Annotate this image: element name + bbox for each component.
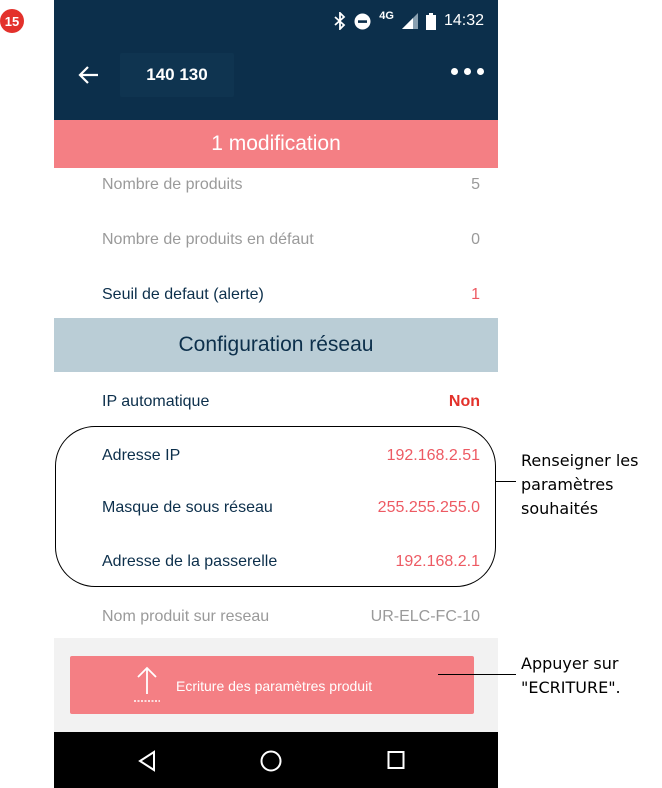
write-button-label: Ecriture des paramètres produit xyxy=(176,678,373,694)
row-value: 192.168.2.51 xyxy=(386,447,480,464)
nav-recents-icon[interactable] xyxy=(387,750,405,770)
row-auto-ip[interactable]: IP automatique Non xyxy=(54,382,498,422)
row-value: 1 xyxy=(471,286,480,303)
device-title: 140 130 xyxy=(120,53,234,97)
do-not-disturb-icon xyxy=(354,13,371,29)
clock: 14:32 xyxy=(443,12,484,29)
row-ip-address[interactable]: Adresse IP 192.168.2.51 xyxy=(54,436,498,476)
upload-icon xyxy=(134,666,160,702)
row-network-name: Nom produit sur reseau UR-ELC-FC-10 xyxy=(54,596,498,638)
row-label: Nombre de produits en défaut xyxy=(102,231,314,248)
row-gateway[interactable]: Adresse de la passerelle 192.168.2.1 xyxy=(54,542,498,582)
row-label: Nom produit sur reseau xyxy=(102,608,270,625)
android-nav-bar xyxy=(54,732,498,788)
nav-back-icon[interactable] xyxy=(137,750,157,772)
row-label: Seuil de defaut (alerte) xyxy=(102,286,264,303)
row-subnet-mask[interactable]: Masque de sous réseau 255.255.255.0 xyxy=(54,488,498,528)
callout-fill-parameters: Renseigner les paramètres souhaités xyxy=(521,451,639,518)
bluetooth-icon xyxy=(334,12,346,30)
network-type: 4G xyxy=(379,10,394,22)
status-bar: 4G 14:32 xyxy=(54,0,498,44)
row-value: 192.168.2.1 xyxy=(395,553,480,570)
bottom-action-area: Ecriture des paramètres produit xyxy=(54,638,498,732)
write-parameters-button[interactable]: Ecriture des paramètres produit xyxy=(70,656,474,714)
row-label: IP automatique xyxy=(102,393,210,410)
row-label: Adresse IP xyxy=(102,447,181,464)
row-label: Nombre de produits xyxy=(102,176,243,193)
battery-icon xyxy=(425,12,436,30)
row-products-fault: Nombre de produits en défaut 0 xyxy=(54,214,498,266)
section-network-config: Configuration réseau xyxy=(54,318,498,372)
more-dots-icon[interactable] xyxy=(451,68,484,75)
row-value: 0 xyxy=(471,231,480,248)
app-bar: 140 130 xyxy=(54,44,498,120)
row-value: Non xyxy=(448,393,480,410)
nav-home-icon[interactable] xyxy=(260,750,282,772)
row-value: 5 xyxy=(471,176,480,193)
row-value: 255.255.255.0 xyxy=(377,499,480,516)
modifications-banner: 1 modification xyxy=(54,120,498,168)
row-label: Adresse de la passerelle xyxy=(102,553,278,570)
row-products-count: Nombre de produits 5 xyxy=(54,168,498,202)
row-fault-threshold[interactable]: Seuil de defaut (alerte) 1 xyxy=(54,276,498,314)
signal-icon xyxy=(401,13,418,29)
step-badge: 15 xyxy=(0,9,24,33)
callout-press-write: Appuyer sur "ECRITURE". xyxy=(521,654,621,697)
row-value: UR-ELC-FC-10 xyxy=(370,608,480,625)
row-label: Masque de sous réseau xyxy=(102,499,273,516)
phone-screen: 4G 14:32 140 130 1 modification Nombre d… xyxy=(54,0,498,788)
callout-line-fill xyxy=(496,481,516,483)
callout-line-write xyxy=(438,674,516,676)
back-arrow-icon[interactable] xyxy=(76,62,102,88)
